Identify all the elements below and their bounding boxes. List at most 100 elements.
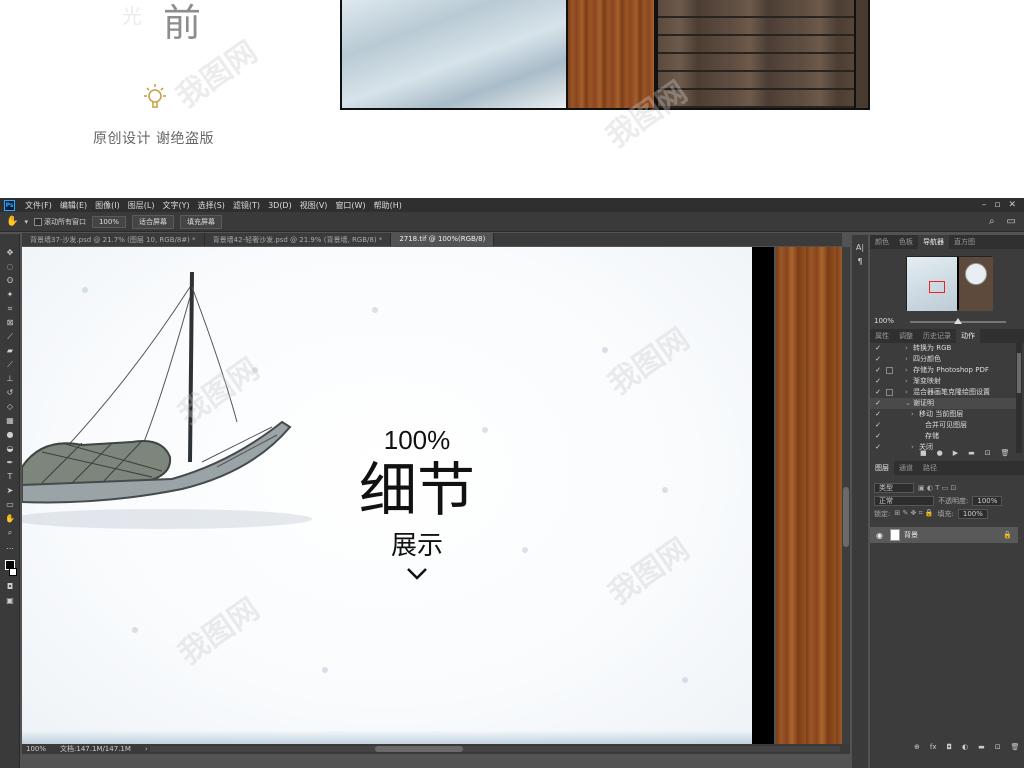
tab-navigator[interactable]: 导航器 — [918, 235, 949, 249]
expand-arrow-icon[interactable]: › — [905, 365, 913, 376]
path-selection-tool-icon[interactable]: ➤ — [5, 486, 15, 496]
layer-kind-filter[interactable]: 类型 — [874, 482, 914, 493]
eyedropper-tool-icon[interactable]: ⟋ — [5, 332, 15, 342]
fill-screen-button[interactable]: 填充屏幕 — [179, 214, 222, 229]
document-canvas[interactable]: 100% 细节 展示 我图网 我图网 我图网 我图网 — [22, 247, 752, 744]
action-toggle-check-icon[interactable]: ✓ — [874, 376, 882, 387]
tab-document-3[interactable]: 2718.tif @ 100%(RGB/8) — [391, 233, 495, 246]
expand-arrow-icon[interactable]: › — [905, 376, 913, 387]
navigator-thumbnail[interactable] — [906, 256, 993, 311]
quick-mask-icon[interactable]: ◘ — [5, 582, 15, 592]
tab-channels[interactable]: 通道 — [894, 463, 918, 473]
workspace-icon[interactable]: ▭ — [1007, 216, 1016, 227]
actions-scroll-thumb[interactable] — [1017, 353, 1021, 393]
menu-layer[interactable]: 图层(L) — [124, 200, 159, 211]
tool-preset-chevron-icon[interactable]: ▾ — [24, 218, 28, 226]
expand-arrow-icon[interactable]: ⌄ — [905, 398, 913, 409]
navigator-zoom-slider[interactable] — [910, 318, 1006, 324]
fx-button[interactable]: fx — [930, 743, 937, 751]
action-toggle-check-icon[interactable]: ✓ — [874, 420, 882, 431]
zoom-tool-icon[interactable]: ⌕ — [5, 528, 15, 538]
delete-action-button[interactable]: 🗑 — [1001, 449, 1010, 457]
tab-history[interactable]: 历史记录 — [918, 331, 956, 341]
action-row[interactable]: ✓ › 存储为 Photoshop PDF — [870, 365, 1016, 376]
filter-icons[interactable]: ▣ ◐ T ▭ ⊡ — [918, 484, 956, 492]
close-button[interactable]: ✕ — [1008, 200, 1016, 210]
minimize-button[interactable]: – — [982, 200, 987, 210]
dialog-toggle-box[interactable] — [886, 400, 893, 407]
rectangle-tool-icon[interactable]: ▭ — [5, 500, 15, 510]
expand-arrow-icon[interactable]: › — [905, 354, 913, 365]
play-button[interactable]: ▶ — [953, 449, 958, 457]
maximize-button[interactable]: ▫ — [994, 200, 1000, 210]
status-arrow-icon[interactable]: › — [145, 745, 148, 753]
dialog-toggle-box[interactable] — [886, 411, 893, 418]
pen-tool-icon[interactable]: ✒ — [5, 458, 15, 468]
new-layer-button[interactable]: ⊡ — [995, 743, 1001, 751]
dialog-toggle-box[interactable] — [886, 444, 893, 451]
history-brush-tool-icon[interactable]: ↺ — [5, 388, 15, 398]
menu-help[interactable]: 帮助(H) — [370, 200, 406, 211]
tab-layers[interactable]: 图层 — [870, 461, 894, 475]
fill-field[interactable]: 100% — [957, 508, 988, 519]
more-tools-icon[interactable]: … — [5, 542, 15, 552]
action-row[interactable]: ✓ › 混合器画笔克隆绘图设置 — [870, 387, 1016, 398]
stop-button[interactable]: ■ — [920, 449, 927, 457]
tab-actions[interactable]: 动作 — [956, 329, 980, 343]
dialog-toggle-box[interactable] — [886, 433, 893, 440]
add-mask-button[interactable]: ◘ — [946, 743, 952, 751]
dialog-toggle-box[interactable] — [886, 389, 893, 396]
zoom-100-button[interactable]: 100% — [91, 215, 126, 228]
eraser-tool-icon[interactable]: ◇ — [5, 402, 15, 412]
dialog-toggle-box[interactable] — [886, 356, 893, 363]
tab-adjustments[interactable]: 调整 — [894, 331, 918, 341]
action-row[interactable]: ✓ 存储 — [870, 431, 1016, 442]
menu-3d[interactable]: 3D(D) — [264, 201, 296, 210]
opacity-field[interactable]: 100% — [972, 495, 1003, 506]
tab-paths[interactable]: 路径 — [918, 463, 942, 473]
new-set-button[interactable]: ▬ — [968, 449, 975, 457]
expand-arrow-icon[interactable]: › — [905, 387, 913, 398]
action-toggle-check-icon[interactable]: ✓ — [874, 398, 882, 409]
gradient-tool-icon[interactable]: ▦ — [5, 416, 15, 426]
hand-tool-icon[interactable]: ✋ — [6, 216, 18, 227]
expand-arrow-icon[interactable]: › — [905, 343, 913, 354]
type-tool-icon[interactable]: T — [5, 472, 15, 482]
tab-swatches[interactable]: 色板 — [894, 237, 918, 247]
link-layers-button[interactable]: ⊕ — [914, 743, 920, 751]
actions-scrollbar[interactable] — [1016, 343, 1022, 453]
paragraph-panel-icon[interactable]: ¶ — [855, 257, 865, 267]
tab-document-1[interactable]: 背景墙37-沙发.psd @ 21.7% (图层 10, RGB/8#) * — [22, 233, 205, 246]
dialog-toggle-box[interactable] — [886, 422, 893, 429]
action-toggle-check-icon[interactable]: ✓ — [874, 431, 882, 442]
action-row[interactable]: ✓ ⌄ 谢证明 — [870, 398, 1016, 409]
scroll-all-windows-checkbox[interactable]: 滚动所有窗口 — [33, 217, 86, 227]
status-zoom[interactable]: 100% — [26, 745, 46, 753]
lock-icon[interactable]: 🔒 — [1003, 531, 1012, 539]
menu-edit[interactable]: 编辑(E) — [56, 200, 91, 211]
action-row[interactable]: ✓ › 渐变映射 — [870, 376, 1016, 387]
menu-select[interactable]: 选择(S) — [194, 200, 229, 211]
horizontal-scrollbar[interactable] — [150, 746, 840, 752]
frame-tool-icon[interactable]: ⊠ — [5, 318, 15, 328]
adjustment-layer-button[interactable]: ◐ — [962, 743, 968, 751]
record-button[interactable]: ● — [937, 449, 943, 457]
move-tool-icon[interactable]: ✥ — [5, 248, 15, 258]
crop-tool-icon[interactable]: ⌗ — [5, 304, 15, 314]
action-toggle-check-icon[interactable]: ✓ — [874, 354, 882, 365]
expand-arrow-icon[interactable]: › — [911, 442, 919, 453]
clone-stamp-tool-icon[interactable]: ⊥ — [5, 374, 15, 384]
brush-tool-icon[interactable]: ⟋ — [5, 360, 15, 370]
character-panel-icon[interactable]: A| — [855, 243, 865, 253]
dialog-toggle-box[interactable] — [886, 345, 893, 352]
screen-mode-icon[interactable]: ▣ — [5, 596, 15, 606]
hand-tool-icon[interactable]: ✋ — [5, 514, 15, 524]
zoom-slider-knob[interactable] — [954, 318, 962, 324]
tab-document-2[interactable]: 背景墙42-轻奢沙发.psd @ 21.9% (背景墙, RGB/8) * — [205, 233, 392, 246]
tab-histogram[interactable]: 直方图 — [949, 237, 980, 247]
action-row[interactable]: ✓ › 转换为 RGB — [870, 343, 1016, 354]
navigator-view-box[interactable] — [929, 281, 945, 293]
new-action-button[interactable]: ⊡ — [985, 449, 991, 457]
action-row[interactable]: ✓ › 移动 当前图层 — [870, 409, 1016, 420]
action-row[interactable]: ✓ 合并可见图层 — [870, 420, 1016, 431]
